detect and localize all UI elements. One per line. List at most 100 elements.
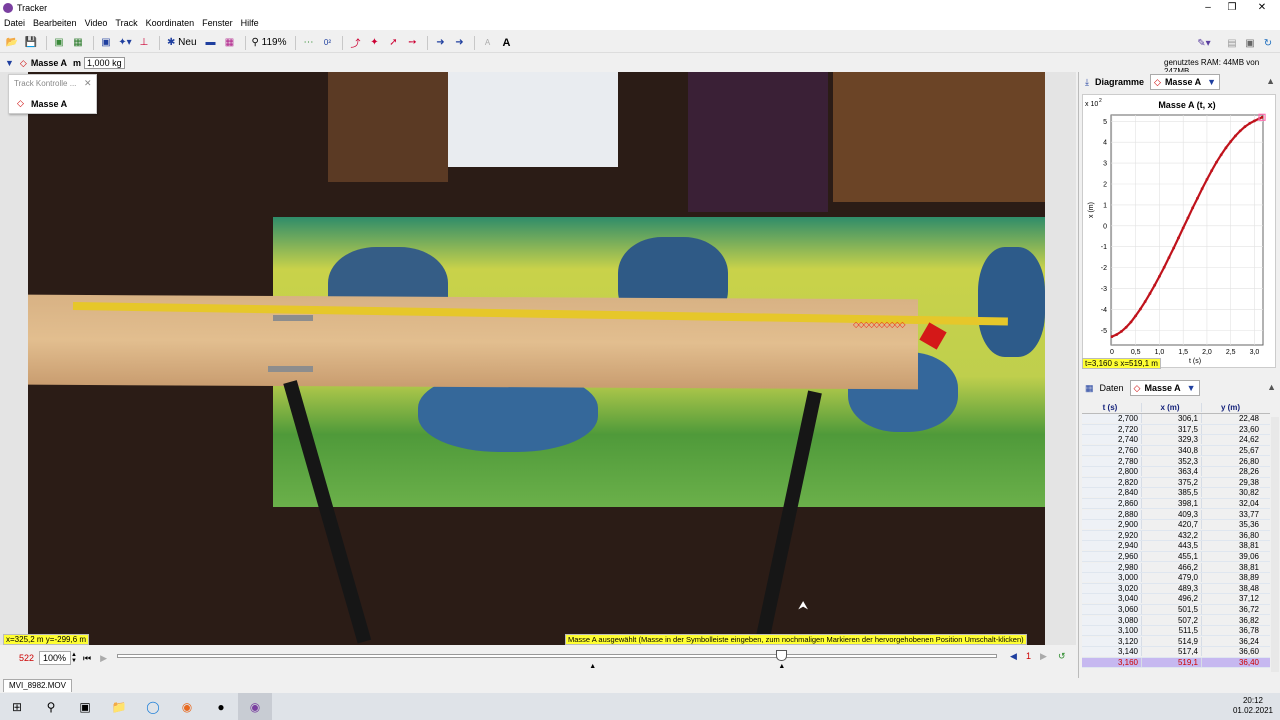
collapse-icon[interactable]: ▲ (1267, 382, 1276, 392)
menu-bearbeiten[interactable]: Bearbeiten (29, 18, 81, 28)
playhead-handle[interactable] (776, 650, 788, 661)
column-header-y[interactable]: y (m) (1202, 403, 1262, 412)
step-back-icon[interactable]: ◀ (1010, 651, 1017, 662)
axes-icon[interactable]: ⊥ (136, 35, 152, 51)
video-tab[interactable]: MVI_8982.MOV (3, 679, 72, 692)
table-row[interactable]: 2,980 466,2 38,81 (1082, 562, 1270, 573)
track-control-icon[interactable]: ▬ (203, 35, 219, 51)
velocity-icon[interactable]: ➚ (385, 35, 401, 51)
table-row[interactable]: 3,000 479,0 38,89 (1082, 573, 1270, 584)
table-row[interactable]: 2,960 455,1 39,06 (1082, 552, 1270, 563)
file-explorer-icon[interactable]: 📁 (102, 693, 136, 720)
pen-icon[interactable]: ✎▾ (1196, 35, 1212, 51)
table-row[interactable]: 3,080 507,2 36,82 (1082, 615, 1270, 626)
menu-track[interactable]: Track (111, 18, 141, 28)
reset-icon[interactable]: ⏮ (83, 653, 91, 664)
menu-hilfe[interactable]: Hilfe (237, 18, 263, 28)
position-time-plot[interactable]: Masse A (t, x)x 10 20 0,5 1,0 1,5 2,0 2,5 3,054… (1083, 95, 1277, 369)
clip-settings-icon[interactable]: ▣ (98, 35, 114, 51)
table-row[interactable]: 2,940 443,5 38,81 (1082, 541, 1270, 552)
close-icon[interactable]: ✕ (84, 78, 92, 89)
table-row[interactable]: 3,060 501,5 36,72 (1082, 604, 1270, 616)
end-marker-icon[interactable]: ▲ (778, 663, 785, 670)
table-row[interactable]: 2,800 363,4 28,26 (1082, 467, 1270, 478)
start-marker-icon[interactable]: ▲ (589, 663, 596, 670)
menu-video[interactable]: Video (81, 18, 112, 28)
table-row[interactable]: 2,780 352,3 26,80 (1082, 456, 1270, 467)
data-panel-label[interactable]: Daten (1100, 383, 1124, 393)
save-icon[interactable]: 💾 (23, 35, 39, 51)
track-control-item[interactable]: Masse A (31, 99, 67, 109)
table-row[interactable]: 3,040 496,2 37,12 (1082, 594, 1270, 605)
tracker-taskbar-icon[interactable]: ◉ (238, 693, 272, 720)
firefox-icon[interactable]: ◉ (170, 693, 204, 720)
timeline-slider[interactable]: ▲ ▲ (117, 650, 997, 670)
table-row[interactable]: 2,720 317,5 23,60 (1082, 424, 1270, 436)
column-header-t[interactable]: t (s) (1082, 403, 1142, 412)
export-icon[interactable]: ▦ (70, 35, 86, 51)
column-header-x[interactable]: x (m) (1142, 403, 1202, 412)
table-row[interactable]: 2,900 420,7 35,36 (1082, 520, 1270, 531)
table-row[interactable]: 2,820 375,2 29,38 (1082, 477, 1270, 489)
table-row[interactable]: 3,120 514,9 36,24 (1082, 636, 1270, 648)
trails-icon[interactable]: ⋯ (300, 35, 316, 51)
table-row[interactable]: 2,700 306,1 22,48 (1082, 414, 1270, 425)
menu-fenster[interactable]: Fenster (198, 18, 237, 28)
y-component-icon[interactable]: ➜ (451, 35, 467, 51)
menu-datei[interactable]: Datei (0, 18, 29, 28)
notes-icon[interactable]: ▤ (1224, 35, 1240, 51)
open-folder-icon[interactable]: 📂 (4, 35, 20, 51)
table-row[interactable]: 2,920 432,2 36,80 (1082, 530, 1270, 542)
table-row[interactable]: 2,760 340,8 25,67 (1082, 446, 1270, 457)
plot-view[interactable]: Masse A (t, x) x 10 2 0 0,5 1,0 1,5 2,0 2,5 3,0 5 4… (1082, 94, 1276, 368)
font-larger-button[interactable]: A (498, 35, 514, 51)
x-component-icon[interactable]: ➜ (432, 35, 448, 51)
properties-icon[interactable]: ▣ (1242, 35, 1258, 51)
table-row[interactable]: 2,860 398,1 32,04 (1082, 499, 1270, 510)
minimize-icon[interactable]: – (1196, 0, 1220, 15)
table-scrollbar[interactable] (1271, 417, 1279, 672)
task-view-icon[interactable]: ▣ (68, 693, 102, 720)
collapse-icon[interactable]: ▲ (1266, 76, 1275, 86)
position-icon[interactable]: ✦ (366, 35, 382, 51)
step-size[interactable]: 1 (1026, 651, 1031, 661)
table-row[interactable]: 3,020 489,3 38,48 (1082, 583, 1270, 595)
labels-icon[interactable]: 0² (319, 35, 335, 51)
zoom-button[interactable]: ⚲ 119% (250, 35, 289, 51)
zoom-spinner-icon[interactable]: ▲ ▼ (71, 652, 77, 664)
track-menu-arrow-icon[interactable]: ▼ (5, 58, 14, 68)
table-row[interactable]: 2,740 329,3 24,62 (1082, 435, 1270, 446)
obs-icon[interactable]: ● (204, 693, 238, 720)
table-row[interactable]: 3,160 519,1 36,40 (1082, 657, 1270, 669)
table-row[interactable]: 3,100 511,5 36,78 (1082, 626, 1270, 637)
loop-icon[interactable]: ↺ (1058, 651, 1066, 662)
autotracker-icon[interactable]: ▦ (222, 35, 238, 51)
step-forward-icon[interactable]: ▶ (1040, 651, 1047, 662)
edge-icon[interactable]: ◯ (136, 693, 170, 720)
acceleration-icon[interactable]: ➙ (404, 35, 420, 51)
table-row[interactable]: 2,840 385,5 30,82 (1082, 488, 1270, 499)
refresh-icon[interactable]: ↻ (1260, 35, 1276, 51)
search-icon[interactable]: ⚲ (34, 693, 68, 720)
windows-start-icon[interactable]: ⊞ (0, 693, 34, 720)
close-icon[interactable]: ✕ (1250, 0, 1274, 15)
calibration-tools-icon[interactable]: ✦▾ (117, 35, 133, 51)
menu-koordinaten[interactable]: Koordinaten (142, 18, 199, 28)
new-track-button[interactable]: ✱ Neu (164, 35, 200, 51)
plot-panel-label[interactable]: Diagramme (1095, 77, 1144, 87)
video-frame[interactable]: ◇◇◇◇◇◇◇◇◇◇ ⮝ (28, 72, 1045, 645)
track-control-panel[interactable]: Track Kontrolle ... ✕ ◇ Masse A (8, 74, 97, 114)
open-video-icon[interactable]: ▣ (51, 35, 67, 51)
font-smaller-button[interactable]: A (479, 35, 495, 51)
mass-field[interactable]: 1,000 kg (84, 57, 125, 69)
play-icon[interactable]: ▶ (100, 653, 107, 664)
path-icon[interactable]: ⤴ (347, 35, 363, 51)
data-table[interactable]: t (s) x (m) y (m) 2,700 306,1 22,48 2,720 31… (1082, 402, 1270, 669)
plot-track-selector[interactable]: ◇ Masse A ▼ (1150, 74, 1221, 90)
table-track-selector[interactable]: ◇ Masse A ▼ (1129, 380, 1200, 396)
clock[interactable]: 20:12 01.02.2021 (1230, 696, 1276, 716)
restore-icon[interactable]: ❐ (1220, 0, 1244, 15)
table-row[interactable]: 3,140 517,4 36,60 (1082, 647, 1270, 658)
table-row[interactable]: 2,880 409,3 33,77 (1082, 509, 1270, 520)
zoom-field[interactable]: 100% (39, 651, 72, 665)
